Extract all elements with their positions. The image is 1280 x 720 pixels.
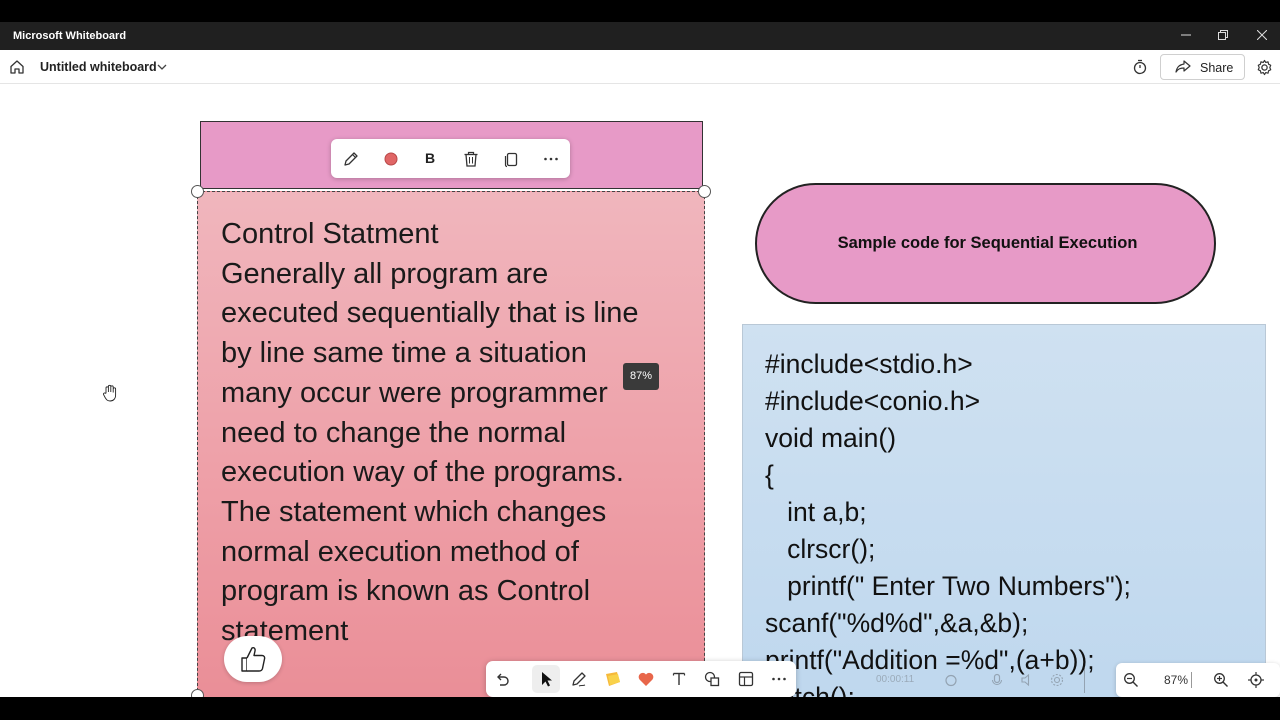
note-line: statement <box>221 615 349 648</box>
reaction-icon[interactable] <box>637 670 655 688</box>
bold-button[interactable]: B <box>425 150 435 166</box>
note-line: program is known as Control <box>221 575 591 608</box>
text-icon[interactable] <box>670 670 688 688</box>
shapes-icon[interactable] <box>703 670 721 688</box>
note-line: executed sequentially that is line <box>221 297 639 330</box>
share-label: Share <box>1200 61 1234 75</box>
pen-icon[interactable] <box>342 150 360 168</box>
sticky-note[interactable]: Control Statment Generally all program a… <box>197 191 705 697</box>
alarm-icon <box>945 674 957 687</box>
code-line: int a,b; <box>765 497 867 527</box>
sticky-note-icon[interactable] <box>604 670 622 688</box>
title-pill-shape[interactable]: Sample code for Sequential Execution <box>755 183 1216 304</box>
thumbs-up-icon <box>241 646 266 672</box>
speaker-icon <box>1021 673 1030 687</box>
note-title: Control Statment <box>221 218 439 250</box>
copy-icon[interactable] <box>502 150 520 168</box>
close-button[interactable] <box>1252 27 1272 45</box>
hand-cursor-icon <box>103 384 117 402</box>
overlay-divider <box>1084 667 1085 693</box>
code-line: clrscr(); <box>765 534 876 564</box>
code-line: #include<stdio.h> <box>765 349 973 379</box>
resize-handle-bottom-left[interactable] <box>191 689 204 697</box>
context-toolbar: B <box>331 139 570 178</box>
note-line: many occur were programmer <box>221 376 608 409</box>
code-line: printf(" Enter Two Numbers"); <box>765 571 1131 601</box>
more-icon[interactable] <box>770 670 788 688</box>
minimize-icon <box>1181 34 1191 36</box>
code-line: #include<conio.h> <box>765 386 981 416</box>
window-title: Microsoft Whiteboard <box>13 30 127 42</box>
resize-handle-top-left[interactable] <box>191 185 204 198</box>
gear-icon[interactable] <box>1256 59 1273 76</box>
share-icon <box>1175 60 1191 73</box>
video-time: 00:00:11 <box>876 674 915 685</box>
code-note[interactable]: #include<stdio.h> #include<conio.h> void… <box>742 324 1266 697</box>
main-toolbar <box>486 661 796 697</box>
zoom-controls: 87% <box>1116 663 1280 697</box>
screen-bottom-border <box>0 697 1280 720</box>
delete-icon[interactable] <box>462 150 480 168</box>
zoom-in-icon[interactable] <box>1213 672 1229 688</box>
code-line: scanf("%d%d",&a,&b); <box>765 608 1029 638</box>
minimize-button[interactable] <box>1176 27 1196 45</box>
note-line: Generally all program are <box>221 257 549 290</box>
app-header: Untitled whiteboard Share <box>0 50 1280 84</box>
fit-to-screen-icon[interactable] <box>1247 671 1265 689</box>
board-title[interactable]: Untitled whiteboard <box>40 60 157 74</box>
zoom-out-icon[interactable] <box>1123 672 1139 688</box>
video-controls-overlay: 00:00:11 <box>862 667 1092 693</box>
note-line: The statement which changes <box>221 495 607 528</box>
zoom-level[interactable]: 87% <box>1164 673 1188 687</box>
video-settings-icon <box>1050 673 1064 687</box>
undo-icon[interactable] <box>493 670 511 688</box>
zoom-divider <box>1191 672 1192 688</box>
reaction-button[interactable] <box>224 636 282 682</box>
templates-icon[interactable] <box>737 670 755 688</box>
select-icon[interactable] <box>537 670 555 688</box>
close-icon <box>1256 29 1268 41</box>
note-line: by line same time a situation <box>221 337 587 370</box>
share-button[interactable]: Share <box>1160 54 1245 80</box>
note-line: need to change the normal <box>221 416 567 449</box>
timer-icon[interactable] <box>1132 59 1148 75</box>
window-titlebar: Microsoft Whiteboard <box>0 22 1280 50</box>
chevron-down-icon[interactable] <box>156 61 168 73</box>
note-body: Generally all program are executed seque… <box>221 255 691 652</box>
restore-button[interactable] <box>1213 27 1233 45</box>
microphone-icon <box>992 673 1002 685</box>
note-line: execution way of the programs. <box>221 456 624 489</box>
note-line: normal execution method of <box>221 535 579 568</box>
more-icon[interactable] <box>542 150 560 168</box>
restore-icon <box>1218 30 1228 40</box>
code-line: { <box>765 460 774 490</box>
resize-handle-top-right[interactable] <box>698 185 711 198</box>
pill-text: Sample code for Sequential Execution <box>837 234 1138 252</box>
home-icon[interactable] <box>9 59 25 75</box>
code-line: void main() <box>765 423 897 453</box>
pen-icon[interactable] <box>570 670 588 688</box>
whiteboard-canvas[interactable]: B Control Statment Generally all program… <box>0 84 1280 697</box>
zoom-badge: 87% <box>623 363 659 390</box>
color-dot-icon[interactable] <box>382 150 400 168</box>
screen-top-border <box>0 0 1280 22</box>
